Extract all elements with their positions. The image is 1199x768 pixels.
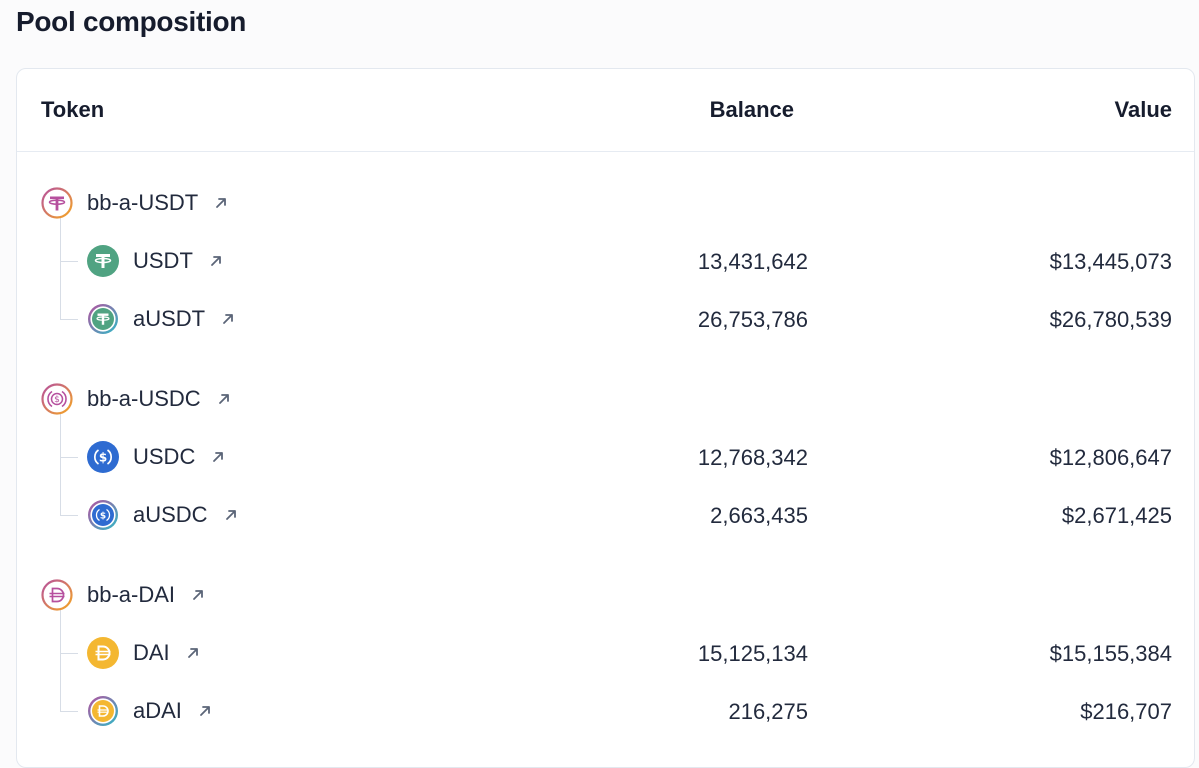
table-row-parent: $ bb-a-USDC <box>17 379 1194 419</box>
table-row-parent: bb-a-USDT <box>17 183 1194 223</box>
token-link[interactable]: DAI <box>87 633 200 673</box>
external-link-arrow-icon[interactable] <box>221 312 235 326</box>
token-name: bb-a-USDT <box>87 190 199 215</box>
pool-composition-table: Token Balance Value bb-a-USDT USDT 13,43… <box>16 68 1195 768</box>
token-link[interactable]: USDT <box>87 241 223 281</box>
token-balance: 2,663,435 <box>710 503 808 528</box>
token-name: aDAI <box>133 698 182 723</box>
bb-a-usdc-icon: $ <box>41 383 73 415</box>
token-group-bb-a-usdc: $ bb-a-USDC $ USDC 12,768,342 $12,806,64… <box>17 379 1194 555</box>
bb-a-dai-icon <box>41 579 73 611</box>
token-group-bb-a-dai: bb-a-DAI DAI 15,125,134 $15,155,384 aDAI… <box>17 575 1194 751</box>
svg-text:$: $ <box>100 512 106 522</box>
external-link-arrow-icon[interactable] <box>214 196 228 210</box>
table-row: $ USDC 12,768,342 $12,806,647 <box>17 437 1194 477</box>
table-row: aUSDT 26,753,786 $26,780,539 <box>17 299 1194 339</box>
token-link[interactable]: $ bb-a-USDC <box>41 379 231 419</box>
column-header-balance: Balance <box>709 97 794 122</box>
token-balance: 26,753,786 <box>697 307 808 332</box>
token-balance: 12,768,342 <box>697 445 808 470</box>
token-value: $12,806,647 <box>1049 445 1172 470</box>
token-link[interactable]: aDAI <box>87 691 212 731</box>
token-value: $13,445,073 <box>1049 249 1172 274</box>
table-row: aDAI 216,275 $216,707 <box>17 691 1194 731</box>
token-name: USDC <box>133 444 196 469</box>
external-link-arrow-icon[interactable] <box>217 392 231 406</box>
token-value: $216,707 <box>1080 699 1172 724</box>
token-group-bb-a-usdt: bb-a-USDT USDT 13,431,642 $13,445,073 aU… <box>17 183 1194 359</box>
token-name: aUSDT <box>133 306 206 331</box>
table-row-parent: bb-a-DAI <box>17 575 1194 615</box>
svg-text:$: $ <box>54 395 60 405</box>
ausdt-icon <box>88 304 118 334</box>
usdc-icon: $ <box>87 441 119 473</box>
external-link-arrow-icon[interactable] <box>224 508 238 522</box>
token-link[interactable]: $ aUSDC <box>87 495 238 535</box>
bb-a-usdt-icon <box>41 187 73 219</box>
token-name: bb-a-USDC <box>87 386 201 411</box>
external-link-arrow-icon[interactable] <box>198 704 212 718</box>
adai-icon <box>88 696 118 726</box>
token-balance: 216,275 <box>728 699 808 724</box>
page-title: Pool composition <box>16 6 247 37</box>
external-link-arrow-icon[interactable] <box>211 450 225 464</box>
token-name: bb-a-DAI <box>87 582 176 607</box>
token-link[interactable]: bb-a-DAI <box>41 575 205 615</box>
external-link-arrow-icon[interactable] <box>209 254 223 268</box>
dai-icon <box>87 637 119 669</box>
token-link[interactable]: aUSDT <box>87 299 235 339</box>
token-link[interactable]: bb-a-USDT <box>41 183 228 223</box>
external-link-arrow-icon[interactable] <box>191 588 205 602</box>
column-header-value: Value <box>1114 97 1172 122</box>
token-value: $2,671,425 <box>1061 503 1172 528</box>
token-value: $26,780,539 <box>1049 307 1172 332</box>
table-row: $ aUSDC 2,663,435 $2,671,425 <box>17 495 1194 535</box>
ausdc-icon: $ <box>88 500 118 530</box>
table-row: DAI 15,125,134 $15,155,384 <box>17 633 1194 673</box>
external-link-arrow-icon[interactable] <box>186 646 200 660</box>
table-row: USDT 13,431,642 $13,445,073 <box>17 241 1194 281</box>
column-header-token: Token <box>41 97 105 122</box>
token-name: USDT <box>133 248 193 273</box>
token-value: $15,155,384 <box>1049 641 1172 666</box>
svg-text:$: $ <box>99 451 107 465</box>
token-name: aUSDC <box>133 502 208 527</box>
token-balance: 13,431,642 <box>697 249 808 274</box>
table-header: Token Balance Value <box>17 69 1194 152</box>
token-link[interactable]: $ USDC <box>87 437 225 477</box>
token-name: DAI <box>133 640 170 665</box>
usdt-icon <box>87 245 119 277</box>
token-balance: 15,125,134 <box>697 641 808 666</box>
